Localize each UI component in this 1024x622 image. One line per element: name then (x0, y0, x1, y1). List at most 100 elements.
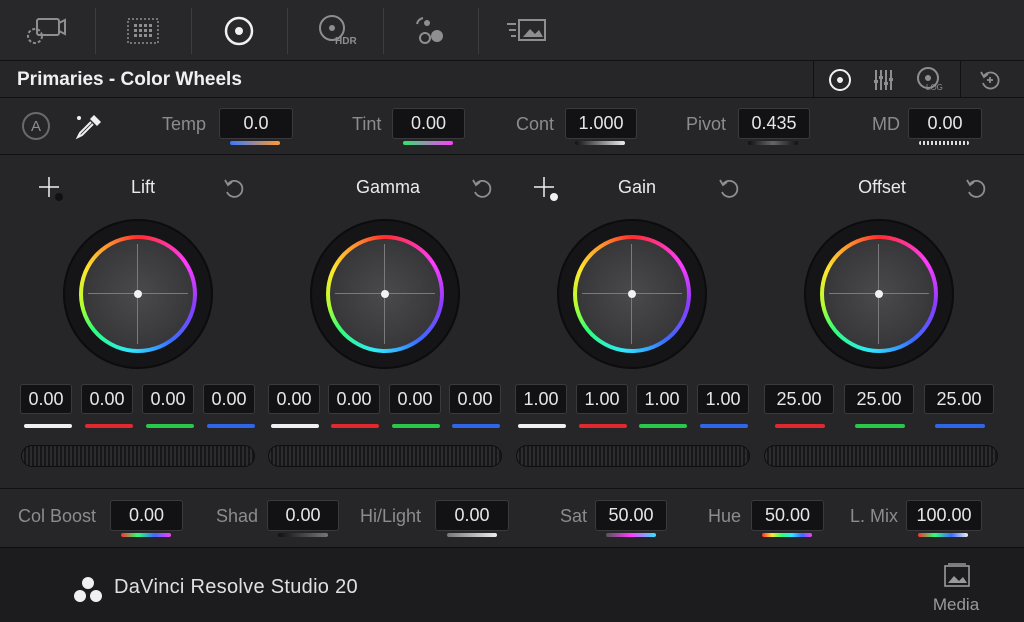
tint-field[interactable]: 0.00 (392, 108, 465, 139)
col-boost-field[interactable]: 0.00 (110, 500, 183, 531)
pivot-strip (748, 141, 798, 145)
lift-g-field[interactable]: 0.00 (142, 384, 194, 414)
gain-b-field[interactable]: 1.00 (697, 384, 749, 414)
lift-b-bar (207, 424, 255, 428)
adjustments-row: A Temp 0.0 Tint 0.00 Cont 1.000 Pivot 0.… (0, 98, 1024, 155)
color-wheels-area: Lift 0.00 0.00 0.00 0.00 Gamma 0.00 0.00… (0, 155, 1024, 489)
rgb-mixer-button[interactable] (398, 0, 464, 61)
lift-title: Lift (130, 177, 155, 197)
offset-b-field[interactable]: 25.00 (924, 384, 994, 414)
hilight-label: Hi/Light (360, 506, 422, 526)
reset-all-button[interactable] (970, 61, 1010, 98)
reset-icon (224, 179, 244, 198)
camera-raw-icon (27, 17, 66, 44)
offset-reset-button[interactable] (963, 176, 989, 202)
color-wheels-button[interactable] (206, 0, 272, 61)
offset-wheel[interactable] (804, 219, 954, 369)
gamma-b-field[interactable]: 0.00 (449, 384, 501, 414)
offset-wheel-handle[interactable] (875, 290, 883, 298)
eyedropper-button[interactable] (72, 110, 106, 142)
col-boost-strip (121, 533, 171, 537)
gain-wheel-handle[interactable] (628, 290, 636, 298)
gamma-r-bar (331, 424, 379, 428)
motion-effects-button[interactable] (494, 0, 560, 61)
log-label: LOG (926, 83, 943, 92)
gamma-y-bar (271, 424, 319, 428)
gamma-wheel-handle[interactable] (381, 290, 389, 298)
reset-icon (719, 179, 739, 198)
offset-g-field[interactable]: 25.00 (844, 384, 914, 414)
md-field[interactable]: 0.00 (908, 108, 982, 139)
gamma-r-field[interactable]: 0.00 (328, 384, 380, 414)
log-wheels-mode-button[interactable]: LOG (908, 61, 952, 98)
bottom-adjustments-row: Col Boost 0.00 Shad 0.00 Hi/Light 0.00 S… (0, 489, 1024, 547)
wheels-mode-icon (829, 68, 851, 91)
gain-r-bar (579, 424, 627, 428)
lift-wheel[interactable] (63, 219, 213, 369)
shad-label: Shad (216, 506, 259, 526)
primaries-bars-mode-button[interactable] (864, 61, 904, 98)
eyedropper-icon (75, 115, 101, 140)
sat-field[interactable]: 50.00 (595, 500, 667, 531)
auto-balance-button[interactable]: A (22, 112, 50, 140)
gamma-wheel[interactable] (310, 219, 460, 369)
auto-balance-label: A (30, 117, 41, 135)
lift-wheel-handle[interactable] (134, 290, 142, 298)
lmix-field[interactable]: 100.00 (906, 500, 982, 531)
contrast-field[interactable]: 1.000 (565, 108, 637, 139)
gain-reset-button[interactable] (716, 176, 742, 202)
hue-strip (762, 533, 812, 537)
gamma-g-bar (392, 424, 440, 428)
gain-g-bar (639, 424, 687, 428)
lift-r-bar (85, 424, 133, 428)
offset-r-bar (775, 424, 825, 428)
crosshair-picker-icon (534, 177, 558, 201)
hdr-wheels-button[interactable]: HDR (302, 0, 368, 61)
md-label: MD (872, 114, 900, 134)
gamma-reset-button[interactable] (469, 176, 495, 202)
hue-field[interactable]: 50.00 (751, 500, 824, 531)
pivot-label: Pivot (686, 114, 727, 134)
sat-strip (606, 533, 656, 537)
gain-wheel[interactable] (557, 219, 707, 369)
pivot-field[interactable]: 0.435 (738, 108, 810, 139)
media-icon (944, 563, 970, 587)
sat-label: Sat (560, 506, 588, 526)
lift-y-field[interactable]: 0.00 (20, 384, 72, 414)
hilight-field[interactable]: 0.00 (435, 500, 509, 531)
lift-b-field[interactable]: 0.00 (203, 384, 255, 414)
panel-header: Primaries - Color Wheels LOG (0, 61, 1024, 98)
reset-icon (966, 179, 986, 198)
lift-reset-button[interactable] (221, 176, 247, 202)
gain-r-field[interactable]: 1.00 (576, 384, 628, 414)
gain-master-wheel[interactable] (516, 445, 750, 467)
gamma-y-field[interactable]: 0.00 (268, 384, 320, 414)
gain-y-field[interactable]: 1.00 (515, 384, 567, 414)
gain-picker-button[interactable] (532, 175, 562, 205)
gamma-g-field[interactable]: 0.00 (389, 384, 441, 414)
gain-g-field[interactable]: 1.00 (636, 384, 688, 414)
hdr-label: HDR (335, 36, 357, 47)
lift-master-wheel[interactable] (21, 445, 255, 467)
motion-effects-icon (507, 18, 546, 41)
lift-g-bar (146, 424, 194, 428)
lift-r-field[interactable]: 0.00 (81, 384, 133, 414)
camera-raw-button[interactable] (14, 0, 80, 61)
shad-field[interactable]: 0.00 (267, 500, 339, 531)
page-title: Primaries - Color Wheels (17, 69, 242, 90)
reset-all-icon (980, 71, 1000, 89)
offset-master-wheel[interactable] (764, 445, 998, 467)
primaries-wheels-mode-button[interactable] (820, 61, 860, 98)
temp-field[interactable]: 0.0 (219, 108, 293, 139)
tint-strip (403, 141, 453, 145)
gain-b-bar (700, 424, 748, 428)
gamma-master-wheel[interactable] (268, 445, 502, 467)
crosshair-picker-icon (39, 177, 63, 201)
color-match-button[interactable] (110, 0, 176, 61)
lift-picker-button[interactable] (37, 175, 67, 205)
gain-title: Gain (617, 177, 657, 197)
rgb-mixer-icon (416, 16, 443, 44)
offset-r-field[interactable]: 25.00 (764, 384, 834, 414)
offset-title: Offset (858, 177, 906, 197)
offset-g-bar (855, 424, 905, 428)
